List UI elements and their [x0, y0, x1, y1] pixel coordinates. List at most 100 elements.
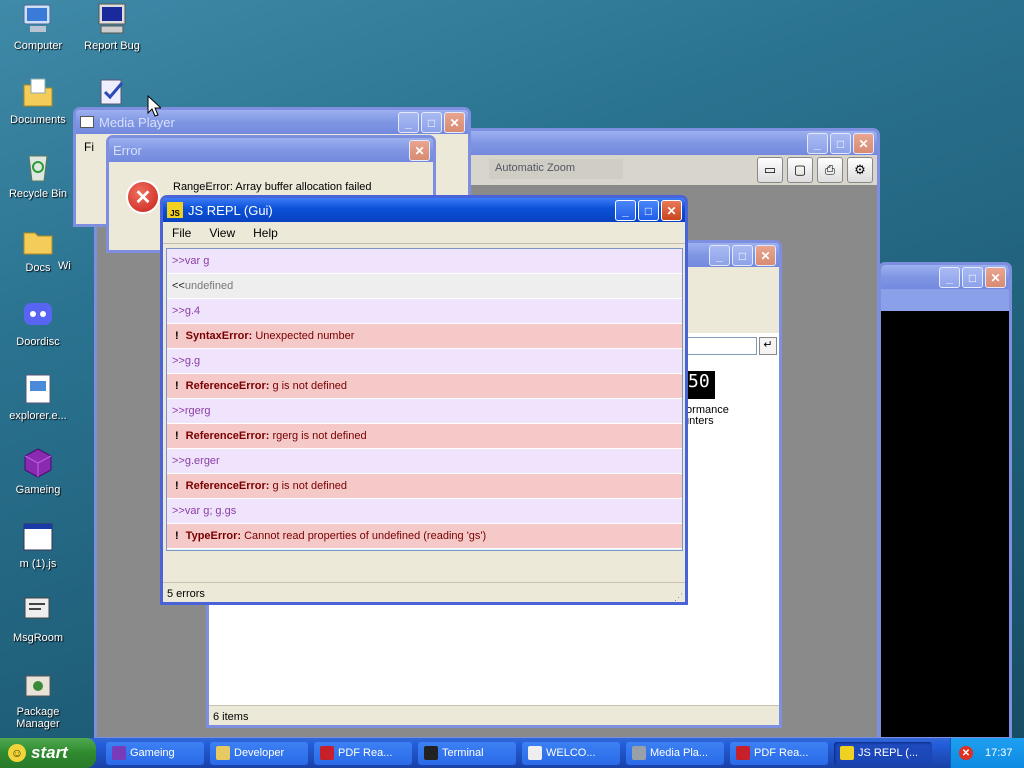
- taskbar-button[interactable]: WELCO...: [522, 741, 620, 765]
- menu-view[interactable]: View: [200, 226, 244, 240]
- error-text: Cannot read properties of undefined (rea…: [244, 530, 487, 542]
- window-title: JS REPL (Gui): [188, 202, 273, 218]
- close-button[interactable]: ✕: [661, 200, 682, 221]
- taskbar-button[interactable]: PDF Rea...: [314, 741, 412, 765]
- desktop-icon-gameing[interactable]: Gameing: [0, 446, 76, 496]
- maximize-button[interactable]: □: [421, 112, 442, 133]
- repl-output[interactable]: >> var g << undefined >> g.4! SyntaxError: Unex…: [166, 248, 683, 551]
- close-button[interactable]: ✕: [853, 133, 874, 154]
- mouse-cursor-icon: [147, 95, 161, 117]
- repl-row-in: >> g.g: [167, 349, 682, 374]
- maximize-button[interactable]: □: [638, 200, 659, 221]
- folder-icon: [21, 224, 55, 258]
- counter-widget: 50: [685, 371, 715, 399]
- error-name: TypeError:: [185, 530, 242, 542]
- taskbar-button[interactable]: JS REPL (...: [834, 741, 932, 765]
- app-icon: [736, 746, 750, 760]
- desktop-icon-recycle-bin[interactable]: Recycle Bin: [0, 150, 76, 200]
- package-icon: [21, 668, 55, 702]
- repl-prefix: >>: [172, 505, 185, 517]
- js-repl-window[interactable]: JS JS REPL (Gui) _ □ ✕ File View Help >>…: [160, 195, 688, 605]
- taskbar-label: PDF Rea...: [754, 747, 809, 759]
- menu-help[interactable]: Help: [244, 226, 287, 240]
- clock[interactable]: 17:37: [985, 747, 1013, 759]
- app-icon: [424, 746, 438, 760]
- error-name: ReferenceError:: [185, 430, 270, 442]
- error-tray-icon[interactable]: ✕: [959, 746, 973, 760]
- start-button[interactable]: ☺ start: [0, 738, 96, 768]
- print-icon[interactable]: ⎙: [817, 157, 843, 183]
- minimize-button[interactable]: _: [939, 267, 960, 288]
- smiley-icon: ☺: [8, 744, 26, 762]
- taskbar-button[interactable]: Terminal: [418, 741, 516, 765]
- go-arrow-icon[interactable]: ↵: [759, 337, 777, 355]
- minimize-button[interactable]: _: [807, 133, 828, 154]
- close-button[interactable]: ✕: [444, 112, 465, 133]
- desktop-icon-doordisc[interactable]: Doordisc: [0, 298, 76, 348]
- discord-icon: [21, 298, 55, 332]
- repl-prefix: <<: [172, 280, 185, 292]
- minimize-button[interactable]: _: [398, 112, 419, 133]
- taskbar-label: JS REPL (...: [858, 747, 919, 759]
- taskbar-button[interactable]: PDF Rea...: [730, 741, 828, 765]
- repl-text: g.erger: [184, 455, 220, 467]
- terminal-window[interactable]: _ □ ✕: [878, 262, 1012, 740]
- taskbar-button[interactable]: Developer: [210, 741, 308, 765]
- desktop-icon-documents[interactable]: Documents: [0, 76, 76, 126]
- taskbar-button[interactable]: Media Pla...: [626, 741, 724, 765]
- desktop-icon-label: Doordisc: [16, 336, 60, 348]
- error-name: ReferenceError:: [185, 380, 270, 392]
- desktop-icon-msgroom[interactable]: MsgRoom: [0, 594, 76, 644]
- comment-icon[interactable]: ▭: [757, 157, 783, 183]
- desktop-icon-explorer[interactable]: explorer.e...: [0, 372, 76, 422]
- maximize-button[interactable]: □: [732, 245, 753, 266]
- repl-row-in: >> var g; g.gs: [167, 499, 682, 524]
- taskbar-label: Gameing: [130, 747, 175, 759]
- explorer-icon: [21, 372, 55, 406]
- desktop-icon-label: Recycle Bin: [8, 188, 68, 200]
- desktop-icon-label: Wi: [58, 260, 71, 272]
- computer-icon: [21, 2, 55, 36]
- desktop-icon-label: Report Bug: [84, 40, 140, 52]
- desktop-icon-wi[interactable]: Wi: [58, 260, 92, 272]
- error-text: g is not defined: [272, 380, 348, 392]
- zoom-select[interactable]: Automatic Zoom: [489, 159, 623, 179]
- repl-text: var g: [184, 255, 210, 267]
- repl-text: g.g: [184, 355, 201, 367]
- title-bar[interactable]: _ □ ✕: [881, 265, 1009, 289]
- monitor-icon: [95, 2, 129, 36]
- cube-icon: [21, 446, 55, 480]
- title-bar[interactable]: Media Player _ □ ✕: [76, 110, 468, 134]
- desktop-icon-package-manager[interactable]: Package Manager: [0, 668, 76, 730]
- maximize-button[interactable]: □: [962, 267, 983, 288]
- taskbar-button[interactable]: Gameing: [106, 741, 204, 765]
- close-button[interactable]: ✕: [755, 245, 776, 266]
- app-icon: [320, 746, 334, 760]
- error-bang: !: [175, 530, 179, 542]
- taskbar-label: PDF Rea...: [338, 747, 393, 759]
- repl-input[interactable]: [167, 549, 682, 550]
- app-icon: [840, 746, 854, 760]
- maximize-button[interactable]: □: [830, 133, 851, 154]
- desktop-icon-computer[interactable]: Computer: [0, 2, 76, 52]
- resize-grip-icon[interactable]: ⋰: [674, 592, 683, 602]
- desktop-icon-m1js[interactable]: m (1).js: [0, 520, 76, 570]
- close-button[interactable]: ✕: [985, 267, 1006, 288]
- app-icon: [528, 746, 542, 760]
- error-bang: !: [175, 330, 179, 342]
- taskbar-label: Media Pla...: [650, 747, 709, 759]
- minimize-button[interactable]: _: [615, 200, 636, 221]
- menu-file[interactable]: File: [163, 226, 200, 240]
- minimize-button[interactable]: _: [709, 245, 730, 266]
- error-bang: !: [175, 430, 179, 442]
- address-bar[interactable]: [687, 337, 757, 355]
- desktop-icon-report-bug[interactable]: Report Bug: [74, 2, 150, 52]
- repl-prefix: >>: [172, 405, 185, 417]
- title-bar[interactable]: JS JS REPL (Gui) _ □ ✕: [163, 198, 685, 222]
- title-bar[interactable]: Error ✕: [109, 138, 433, 162]
- open-folder-icon[interactable]: ▢: [787, 157, 813, 183]
- close-button[interactable]: ✕: [409, 140, 430, 161]
- status-bar: 6 items: [209, 705, 779, 725]
- error-bang: !: [175, 480, 179, 492]
- tools-icon[interactable]: ⚙: [847, 157, 873, 183]
